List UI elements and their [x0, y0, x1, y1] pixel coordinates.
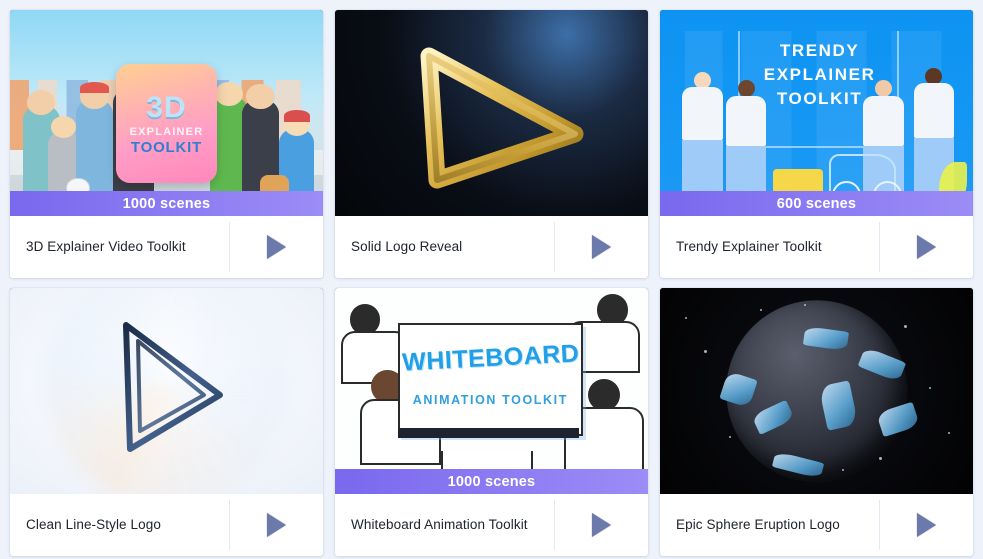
scenes-badge: 1000 scenes [10, 191, 323, 216]
card-title: Whiteboard Animation Toolkit [351, 517, 528, 533]
3d-explainer-characters-thumbnail: 3D EXPLAINER TOOLKIT [10, 10, 323, 216]
thumb-text-line1: WHITEBOARD [401, 338, 580, 377]
play-icon [917, 235, 936, 259]
card-footer: 3D Explainer Video Toolkit [10, 216, 323, 278]
card-title: 3D Explainer Video Toolkit [26, 239, 186, 255]
card-title: Solid Logo Reveal [351, 239, 463, 255]
template-card[interactable]: Epic Sphere Eruption Logo [660, 288, 973, 556]
card-thumbnail[interactable] [660, 288, 973, 494]
gold-triangle-icon [420, 47, 583, 189]
thumb-text-line2: ANIMATION TOOLKIT [412, 392, 568, 407]
play-icon [592, 513, 611, 537]
play-button[interactable] [230, 494, 323, 556]
card-thumbnail[interactable]: 3D EXPLAINER TOOLKIT 1000 scenes [10, 10, 323, 216]
card-thumbnail[interactable] [335, 10, 648, 216]
thumb-text-line2: EXPLAINER [129, 125, 204, 138]
card-footer: Solid Logo Reveal [335, 216, 648, 278]
play-icon [267, 513, 286, 537]
card-thumbnail[interactable]: WHITEBOARD ANIMATION TOOLKIT 1000 scenes [335, 288, 648, 494]
thumb-text-line1: TRENDY [779, 40, 860, 60]
epic-sphere-eruption-thumbnail [660, 288, 973, 494]
template-card[interactable]: WHITEBOARD ANIMATION TOOLKIT 1000 scenes… [335, 288, 648, 556]
play-icon [267, 235, 286, 259]
thumb-text-line3: TOOLKIT [130, 138, 203, 156]
trendy-explainer-flat-characters-thumbnail: TRENDY EXPLAINER TOOLKIT [660, 10, 973, 216]
card-footer: Epic Sphere Eruption Logo [660, 494, 973, 556]
template-card-grid: 3D EXPLAINER TOOLKIT 1000 scenes 3D Expl… [0, 0, 983, 559]
template-card[interactable]: 3D EXPLAINER TOOLKIT 1000 scenes 3D Expl… [10, 10, 323, 278]
play-button[interactable] [555, 494, 648, 556]
card-title: Clean Line-Style Logo [26, 517, 161, 533]
play-button[interactable] [555, 216, 648, 278]
gold-triangle-logo-thumbnail [335, 10, 648, 216]
thumb-text-line1: 3D [146, 90, 187, 124]
card-footer: Whiteboard Animation Toolkit [335, 494, 648, 556]
whiteboard-animation-lineart-thumbnail: WHITEBOARD ANIMATION TOOLKIT [335, 288, 648, 494]
line-triangle-icon [122, 321, 223, 452]
play-button[interactable] [880, 494, 973, 556]
play-icon [917, 513, 936, 537]
template-card[interactable]: Solid Logo Reveal [335, 10, 648, 278]
play-button[interactable] [880, 216, 973, 278]
card-footer: Clean Line-Style Logo [10, 494, 323, 556]
template-card[interactable]: Clean Line-Style Logo [10, 288, 323, 556]
play-button[interactable] [230, 216, 323, 278]
card-title: Trendy Explainer Toolkit [676, 239, 822, 255]
scenes-badge: 600 scenes [660, 191, 973, 216]
card-footer: Trendy Explainer Toolkit [660, 216, 973, 278]
card-title: Epic Sphere Eruption Logo [676, 517, 840, 533]
scenes-badge: 1000 scenes [335, 469, 648, 494]
play-icon [592, 235, 611, 259]
card-thumbnail[interactable]: TRENDY EXPLAINER TOOLKIT 600 scenes [660, 10, 973, 216]
line-style-triangle-logo-thumbnail [10, 288, 323, 494]
card-thumbnail[interactable] [10, 288, 323, 494]
template-card[interactable]: TRENDY EXPLAINER TOOLKIT 600 scenes Tren… [660, 10, 973, 278]
